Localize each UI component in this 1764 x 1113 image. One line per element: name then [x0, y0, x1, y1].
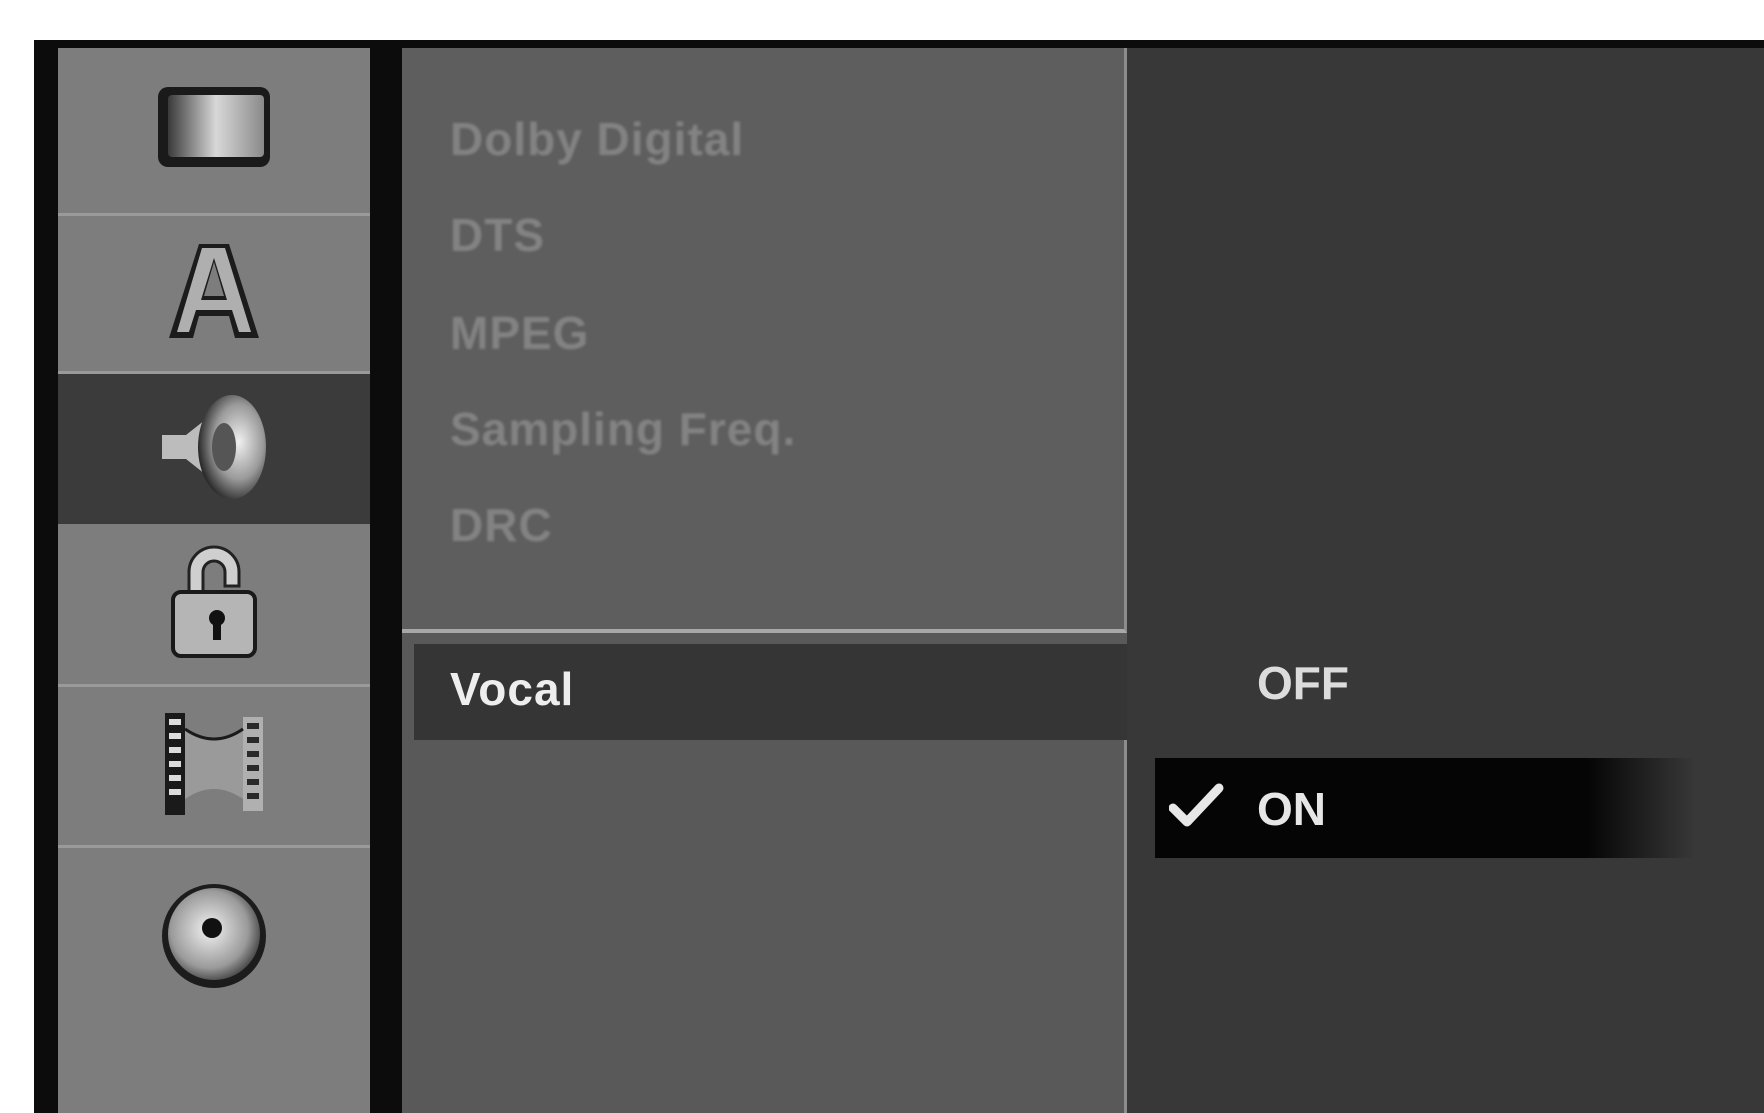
menu-item-drc: DRC: [450, 499, 553, 551]
menu-item-vocal[interactable]: Vocal: [414, 644, 1127, 740]
audio-settings-menu: Dolby Digital DTS MPEG Sampling Freq. DR…: [402, 48, 1127, 1113]
option-on-row[interactable]: ON: [1155, 758, 1695, 858]
sidebar-item-recording[interactable]: [58, 687, 370, 848]
menu-item-mpeg: MPEG: [450, 307, 590, 359]
language-a-icon: [159, 236, 269, 351]
sidebar-item-disc[interactable]: [58, 848, 370, 1028]
vocal-label: Vocal: [450, 663, 575, 715]
menu-item-dolby-digital: Dolby Digital: [450, 113, 745, 165]
checkmark-icon: [1168, 782, 1225, 832]
category-sidebar: [58, 48, 370, 1113]
option-on: ON: [1257, 783, 1326, 835]
vocal-options-panel: OFF ON: [1127, 48, 1764, 1113]
menu-item-sampling-freq: Sampling Freq.: [450, 403, 797, 455]
option-off[interactable]: OFF: [1257, 656, 1349, 710]
sidebar-item-display[interactable]: [58, 48, 370, 216]
padlock-icon: [159, 542, 269, 667]
disc-icon: [154, 876, 274, 1001]
disabled-items-area: Dolby Digital DTS MPEG Sampling Freq. DR…: [402, 48, 1127, 633]
setup-menu-screen: Dolby Digital DTS MPEG Sampling Freq. DR…: [34, 40, 1764, 1113]
sidebar-item-language[interactable]: [58, 216, 370, 374]
tv-screen-icon: [154, 83, 274, 178]
sidebar-item-lock[interactable]: [58, 524, 370, 687]
speaker-icon: [154, 387, 274, 512]
menu-item-dts: DTS: [450, 209, 545, 261]
sidebar-item-audio[interactable]: [58, 374, 370, 524]
film-reel-icon: [159, 709, 269, 824]
